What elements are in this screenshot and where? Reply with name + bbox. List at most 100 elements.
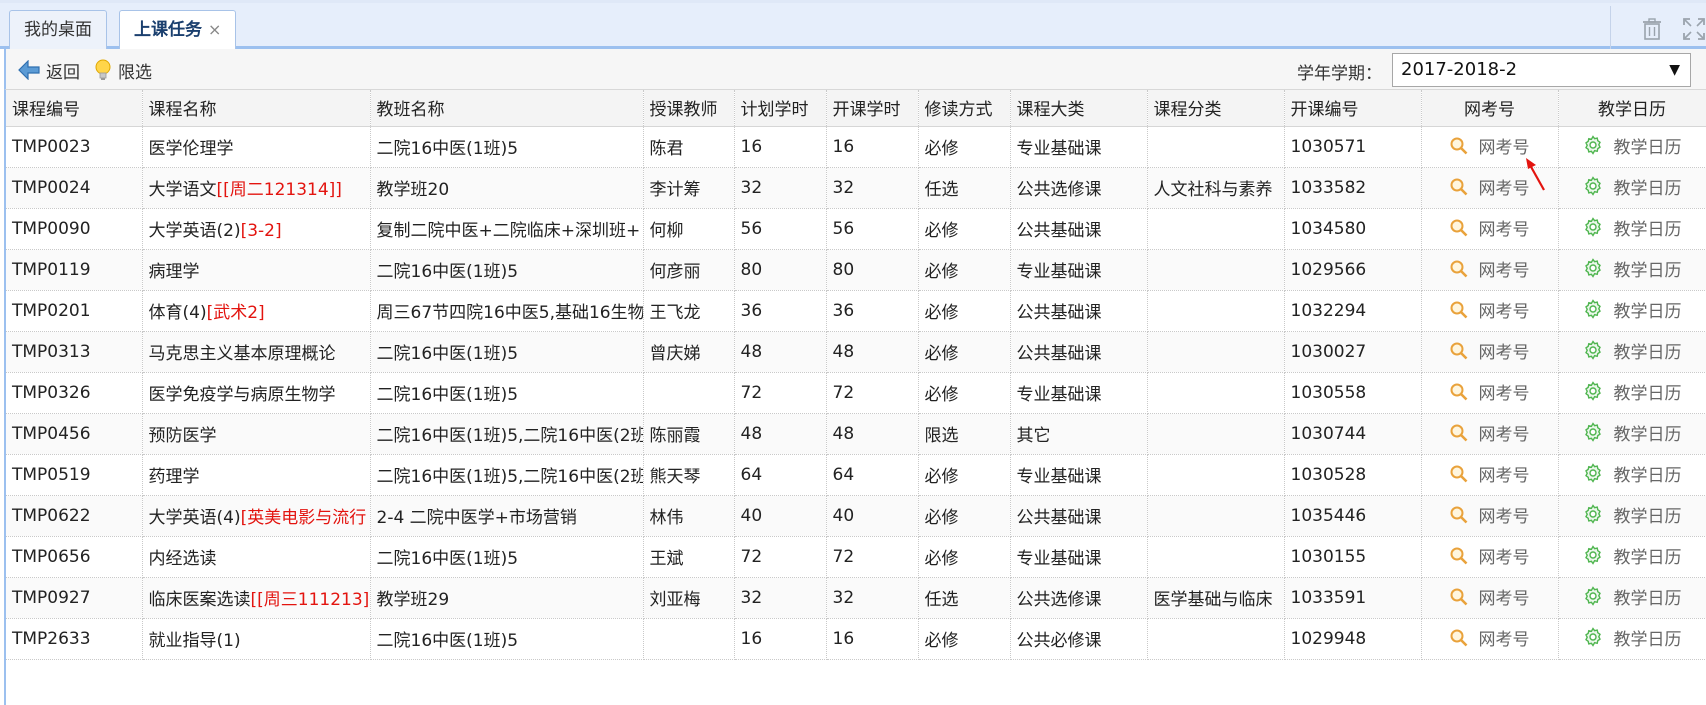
search-icon [1450, 424, 1473, 442]
exam-number-link[interactable]: 网考号 [1450, 215, 1530, 240]
exam-number-link[interactable]: 网考号 [1450, 543, 1530, 568]
exam-number-link[interactable]: 网考号 [1450, 133, 1530, 158]
gear-icon [1583, 258, 1608, 279]
course-tag: [3-2] [240, 221, 282, 241]
exam-number-label: 网考号 [1478, 589, 1530, 610]
column-header[interactable]: 开课编号 [1284, 90, 1422, 127]
gear-icon [1583, 504, 1608, 525]
teaching-calendar-link[interactable]: 教学日历 [1583, 584, 1682, 609]
column-header[interactable]: 网考号 [1421, 90, 1559, 127]
column-header[interactable]: 课程编号 [6, 90, 143, 127]
back-label: 返回 [46, 62, 80, 83]
teaching-calendar-link[interactable]: 教学日历 [1583, 215, 1682, 240]
column-header[interactable]: 教学日历 [1558, 90, 1706, 127]
exam-number-link[interactable]: 网考号 [1450, 256, 1530, 281]
fullscreen-icon[interactable] [1681, 16, 1706, 42]
exam-number-label: 网考号 [1478, 630, 1530, 651]
cell-open_no: 1033582 [1284, 167, 1422, 209]
teaching-calendar-link[interactable]: 教学日历 [1583, 174, 1682, 199]
column-header[interactable]: 开课学时 [826, 90, 919, 127]
exam-number-label: 网考号 [1478, 425, 1530, 446]
search-icon [1450, 506, 1473, 524]
cell-plan: 48 [734, 331, 827, 373]
exam-number-link[interactable]: 网考号 [1450, 338, 1530, 363]
gear-icon [1583, 217, 1608, 238]
cell-name: 药理学 [142, 454, 371, 496]
cell-exam: 网考号 [1421, 454, 1559, 496]
exam-number-link[interactable]: 网考号 [1450, 297, 1530, 322]
column-header[interactable]: 授课教师 [643, 90, 735, 127]
teaching-calendar-link[interactable]: 教学日历 [1583, 133, 1682, 158]
teaching-calendar-link[interactable]: 教学日历 [1583, 543, 1682, 568]
teaching-calendar-link[interactable]: 教学日历 [1583, 297, 1682, 322]
table-row[interactable]: TMP0119 病理学 二院16中医(1班)5 何彦丽 80 80 必修 专业基础课 10295… [6, 249, 1706, 291]
table-row[interactable]: TMP0201 体育(4)[武术2] 周三67节四院16中医5,基础16生物 王飞龙 3… [6, 290, 1706, 332]
table-row[interactable]: TMP0313 马克思主义基本原理概论 二院16中医(1班)5 曾庆娣 48 48 必修 公共… [6, 331, 1706, 373]
cell-calendar: 教学日历 [1558, 167, 1706, 209]
exam-number-label: 网考号 [1478, 179, 1530, 200]
tab-my-desktop[interactable]: 我的桌面 [9, 10, 107, 50]
exam-number-link[interactable]: 网考号 [1450, 379, 1530, 404]
cell-subcat [1147, 290, 1285, 332]
cell-cls: 复制二院中医+二院临床+深圳班+ [370, 208, 644, 250]
course-name: 大学语文 [148, 180, 217, 200]
cell-calendar: 教学日历 [1558, 126, 1706, 168]
cell-teacher: 刘亚梅 [643, 577, 735, 619]
term-select[interactable]: 2017-2018-2 ▼ [1392, 53, 1691, 87]
exam-number-link[interactable]: 网考号 [1450, 502, 1530, 527]
cell-name: 医学免疫学与病原生物学 [142, 372, 371, 414]
teaching-calendar-link[interactable]: 教学日历 [1583, 461, 1682, 486]
table-row[interactable]: TMP0090 大学英语(2)[3-2] 复制二院中医+二院临床+深圳班+ 何柳 56 5… [6, 208, 1706, 250]
teaching-calendar-link[interactable]: 教学日历 [1583, 256, 1682, 281]
cell-calendar: 教学日历 [1558, 413, 1706, 455]
exam-number-link[interactable]: 网考号 [1450, 461, 1530, 486]
cell-open: 48 [826, 413, 919, 455]
search-icon [1450, 219, 1473, 237]
teaching-calendar-link[interactable]: 教学日历 [1583, 420, 1682, 445]
cell-category: 公共选修课 [1010, 577, 1148, 619]
exam-number-link[interactable]: 网考号 [1450, 584, 1530, 609]
teaching-calendar-link[interactable]: 教学日历 [1583, 625, 1682, 650]
table-row[interactable]: TMP0927 临床医案选读[[周三111213]] 教学班29 刘亚梅 32 32 任选公… [6, 577, 1706, 619]
course-tag: [英美电影与流行 [240, 508, 367, 528]
cell-subcat [1147, 454, 1285, 496]
cell-cls: 二院16中医(1班)5 [370, 126, 644, 168]
cell-teacher: 何柳 [643, 208, 735, 250]
column-header[interactable]: 修读方式 [918, 90, 1011, 127]
teaching-calendar-link[interactable]: 教学日历 [1583, 502, 1682, 527]
table-row[interactable]: TMP0456 预防医学 二院16中医(1班)5,二院16中医(2班 陈丽霞 48 48 限… [6, 413, 1706, 455]
teaching-calendar-label: 教学日历 [1613, 383, 1682, 404]
tab-label: 我的桌面 [24, 20, 92, 40]
teaching-calendar-link[interactable]: 教学日历 [1583, 338, 1682, 363]
cell-name: 大学语文[[周二121314]] [142, 167, 371, 209]
exam-number-link[interactable]: 网考号 [1450, 174, 1530, 199]
back-button[interactable]: 返回 [18, 57, 80, 83]
column-header[interactable]: 课程分类 [1147, 90, 1285, 127]
table-row[interactable]: TMP0024 大学语文[[周二121314]] 教学班20 李计筹 32 32 任选 公共选… [6, 167, 1706, 209]
table-row[interactable]: TMP2633 就业指导(1) 二院16中医(1班)5 16 16 必修 公共必修课 1029… [6, 618, 1706, 660]
course-name: 马克思主义基本原理概论 [148, 344, 336, 364]
exam-number-link[interactable]: 网考号 [1450, 420, 1530, 445]
gear-icon [1583, 176, 1608, 197]
teaching-calendar-label: 教学日历 [1613, 588, 1682, 609]
column-header[interactable]: 课程大类 [1010, 90, 1148, 127]
table-row[interactable]: TMP0622 大学英语(4)[英美电影与流行 2-4 二院中医学+市场营销 林伟 40… [6, 495, 1706, 537]
close-icon[interactable]: × [208, 20, 221, 39]
course-name: 就业指导(1) [148, 631, 241, 651]
tab-class-tasks[interactable]: 上课任务 × [119, 10, 237, 53]
table-row[interactable]: TMP0023 医学伦理学 二院16中医(1班)5 陈君 16 16 必修 专业基础课 1030… [6, 126, 1706, 168]
exam-number-link[interactable]: 网考号 [1450, 625, 1530, 650]
column-header[interactable]: 计划学时 [734, 90, 827, 127]
search-icon [1450, 547, 1473, 565]
course-name: 病理学 [148, 262, 200, 282]
tab-bar: 我的桌面 上课任务 × [0, 0, 1706, 53]
cell-open: 32 [826, 167, 919, 209]
table-row[interactable]: TMP0326 医学免疫学与病原生物学 二院16中医(1班)5 72 72 必修 专业基础课… [6, 372, 1706, 414]
trash-icon[interactable] [1639, 16, 1665, 42]
table-row[interactable]: TMP0656 内经选读 二院16中医(1班)5 王斌 72 72 必修 专业基础课 10301… [6, 536, 1706, 578]
column-header[interactable]: 教班名称 [370, 90, 644, 127]
limit-select-button[interactable]: 限选 [94, 57, 152, 83]
column-header[interactable]: 课程名称 [142, 90, 371, 127]
table-row[interactable]: TMP0519 药理学 二院16中医(1班)5,二院16中医(2班 熊天琴 64 64 必修… [6, 454, 1706, 496]
teaching-calendar-link[interactable]: 教学日历 [1583, 379, 1682, 404]
